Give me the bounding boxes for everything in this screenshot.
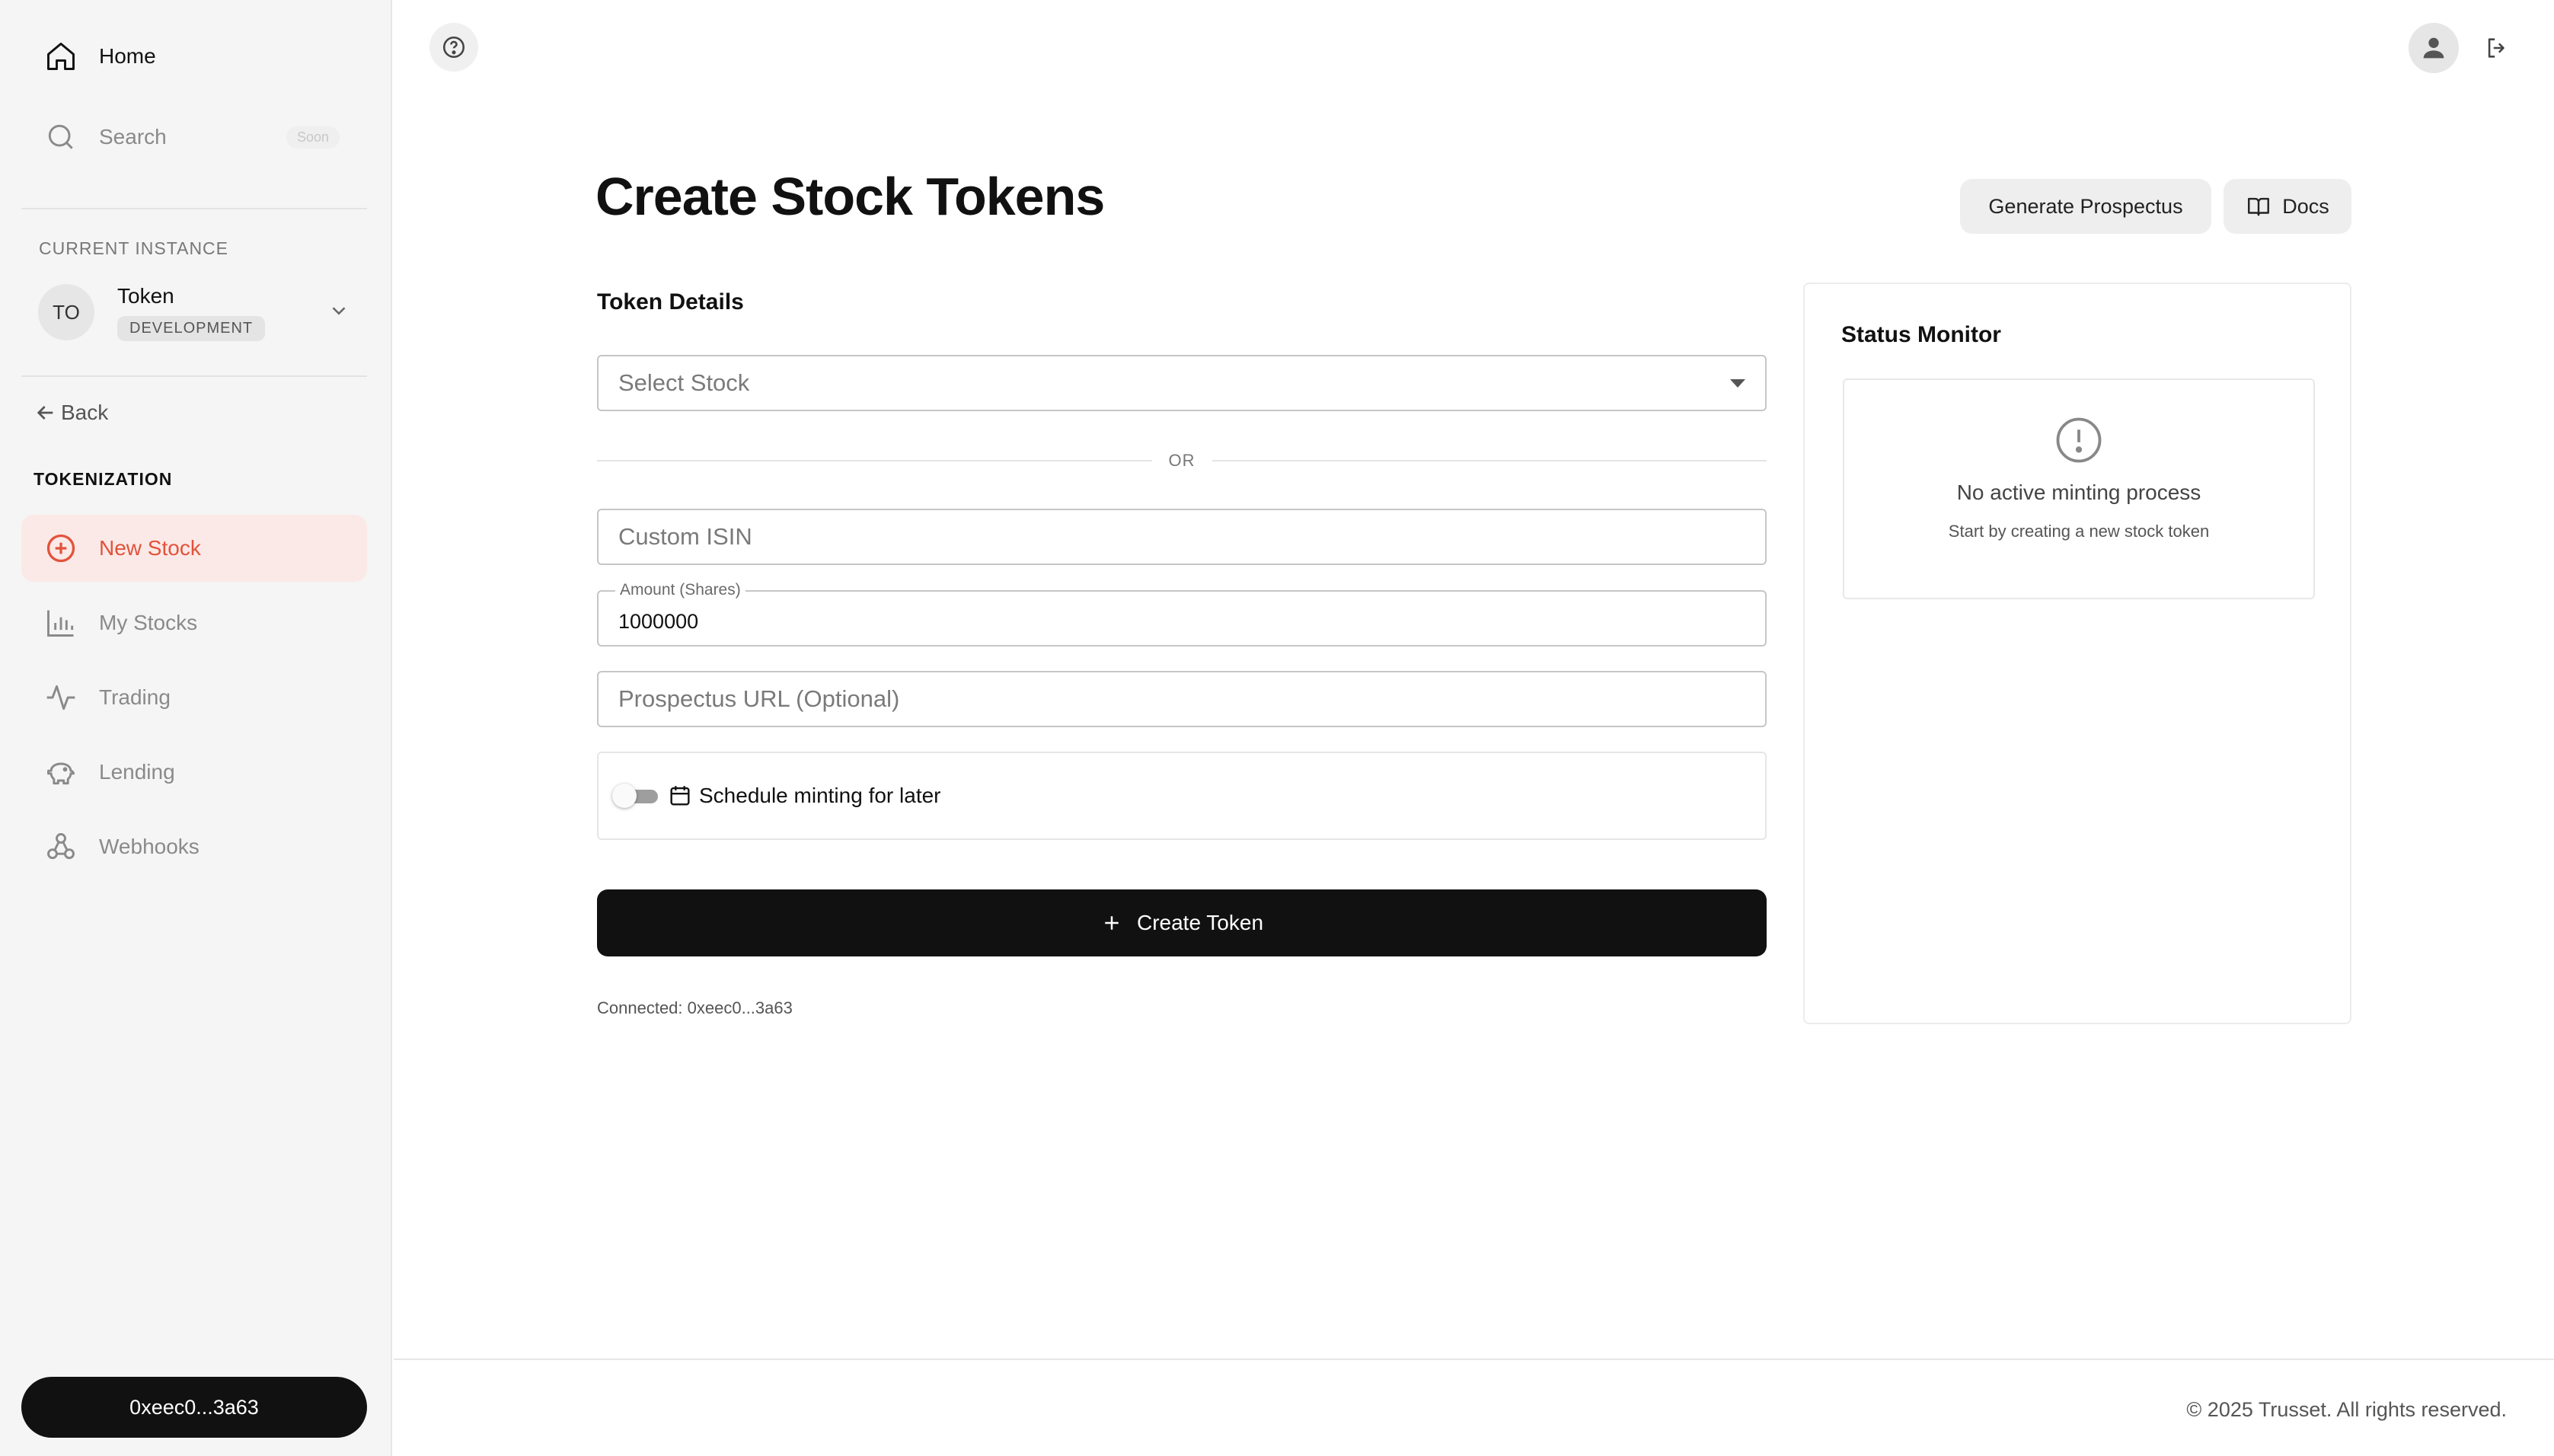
amount-shares-input[interactable]: Amount (Shares) 1000000 [597, 581, 1767, 647]
home-icon [44, 40, 78, 73]
tokenization-section-title: TOKENIZATION [34, 469, 173, 489]
sidebar-item-search[interactable]: Search Soon [21, 104, 367, 171]
status-monitor-title: Status Monitor [1841, 322, 2001, 347]
create-token-label: Create Token [1136, 911, 1264, 934]
current-instance-title: CURRENT INSTANCE [39, 238, 228, 258]
bar-chart-icon [44, 606, 78, 640]
sidebar-item-label: New Stock [99, 536, 201, 560]
prospectus-url-placeholder: Prospectus URL (Optional) [618, 685, 900, 712]
status-sub-message: Start by creating a new stock token [1948, 522, 2210, 541]
instance-env-badge: DEVELOPMENT [117, 315, 266, 341]
plus-icon [1105, 916, 1119, 930]
chevron-down-icon [332, 307, 346, 315]
prospectus-url-input[interactable]: Prospectus URL (Optional) [597, 671, 1767, 727]
back-label: Back [61, 401, 109, 424]
arrow-left-icon [37, 406, 53, 420]
sidebar-item-label: Trading [99, 685, 171, 709]
user-menu-button[interactable] [2409, 23, 2459, 73]
sidebar-divider [21, 375, 367, 377]
schedule-label: Schedule minting for later [699, 784, 941, 807]
status-empty-state: No active minting process Start by creat… [1843, 378, 2315, 599]
webhook-icon [44, 830, 78, 864]
help-button[interactable] [429, 23, 478, 72]
or-divider: OR [597, 449, 1767, 472]
search-icon [44, 120, 78, 154]
select-stock-placeholder: Select Stock [618, 369, 750, 396]
connected-address-text: Connected: 0xeec0...3a63 [597, 998, 793, 1017]
back-link[interactable]: Back [34, 401, 108, 425]
logout-button[interactable] [2479, 30, 2514, 65]
docs-label: Docs [2282, 194, 2329, 218]
schedule-toggle[interactable] [612, 783, 658, 809]
create-token-button[interactable]: Create Token [597, 889, 1767, 956]
amount-label: Amount (Shares) [615, 581, 745, 599]
activity-icon [44, 681, 78, 714]
sidebar-item-label: Webhooks [99, 835, 200, 858]
custom-isin-placeholder: Custom ISIN [618, 523, 752, 550]
book-open-icon [2248, 197, 2270, 216]
amount-value: 1000000 [618, 609, 699, 633]
docs-button[interactable]: Docs [2224, 179, 2351, 234]
instance-name: Token [117, 283, 174, 308]
select-stock-dropdown[interactable]: Select Stock [597, 355, 1767, 411]
instance-avatar: TO [38, 284, 94, 340]
footer-divider [394, 1359, 2554, 1360]
sidebar-item-label: Search [99, 125, 167, 148]
sidebar-item-home[interactable]: Home [21, 23, 367, 90]
sidebar: Home Search Soon CURRENT INSTANCE TO Tok… [0, 0, 392, 1456]
piggy-bank-icon [44, 755, 78, 789]
status-monitor-card: Status Monitor No active minting process… [1803, 283, 2351, 1024]
instance-switcher[interactable]: TO Token DEVELOPMENT [38, 270, 358, 354]
sidebar-item-label: Lending [99, 760, 175, 784]
schedule-minting-row: Schedule minting for later [597, 752, 1767, 840]
app-root: Home Search Soon CURRENT INSTANCE TO Tok… [0, 0, 2554, 1456]
user-icon [2423, 37, 2444, 59]
wallet-address-button[interactable]: 0xeec0...3a63 [21, 1377, 367, 1438]
sidebar-item-lending[interactable]: Lending [21, 739, 367, 806]
sidebar-item-label: Home [99, 44, 156, 68]
footer-copyright: © 2025 Trusset. All rights reserved. [2186, 1398, 2507, 1421]
sidebar-item-my-stocks[interactable]: My Stocks [21, 589, 367, 656]
page-title: Create Stock Tokens [595, 167, 1105, 226]
sidebar-item-label: My Stocks [99, 611, 198, 634]
sidebar-item-trading[interactable]: Trading [21, 664, 367, 731]
status-message: No active minting process [1956, 481, 2201, 504]
calendar-icon [670, 786, 690, 806]
help-circle-icon [442, 36, 465, 59]
soon-badge: Soon [286, 126, 340, 148]
logout-icon [2488, 38, 2505, 58]
token-details-title: Token Details [597, 289, 744, 315]
plus-circle-icon [44, 532, 78, 565]
sidebar-divider [21, 208, 367, 209]
or-label: OR [1168, 451, 1196, 470]
generate-prospectus-button[interactable]: Generate Prospectus [1960, 179, 2211, 234]
sidebar-item-webhooks[interactable]: Webhooks [21, 813, 367, 880]
custom-isin-input[interactable]: Custom ISIN [597, 509, 1767, 565]
alert-circle-icon [2056, 417, 2102, 463]
sidebar-item-new-stock[interactable]: New Stock [21, 515, 367, 582]
caret-down-icon [1730, 379, 1745, 388]
